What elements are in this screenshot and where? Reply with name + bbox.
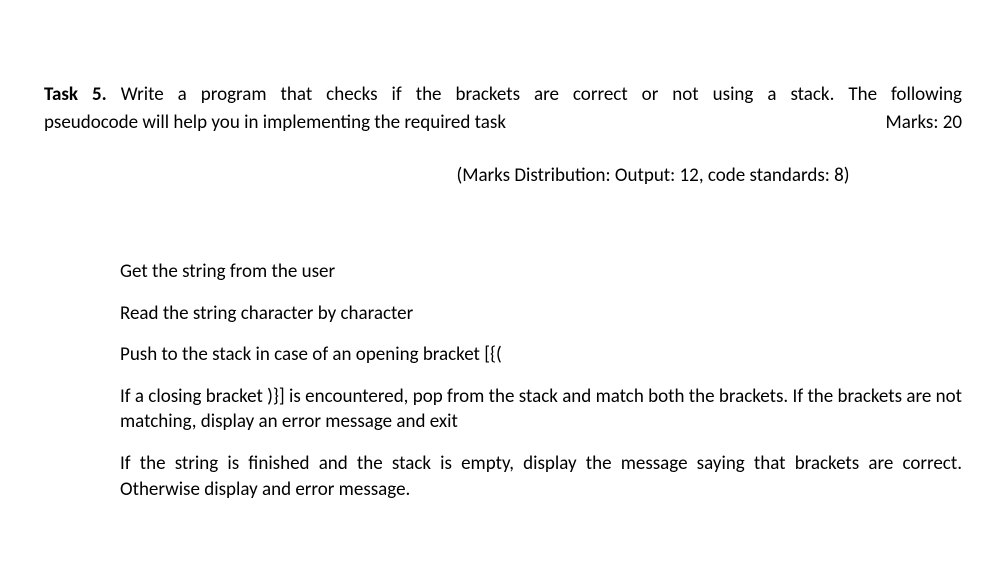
pseudocode-step: Get the string from the user bbox=[120, 259, 962, 285]
pseudocode-block: Get the string from the user Read the st… bbox=[44, 259, 962, 502]
pseudocode-step: If the string is finished and the stack … bbox=[120, 451, 962, 502]
task-marks: Marks: 20 bbox=[885, 110, 962, 136]
task-description-line2: pseudocode will help you in implementing… bbox=[44, 110, 506, 136]
task-description-line1: Write a program that checks if the brack… bbox=[121, 83, 962, 106]
pseudocode-step: If a closing bracket )}] is encountered,… bbox=[120, 384, 962, 435]
pseudocode-step: Read the string character by character bbox=[120, 301, 962, 327]
task-header-line1: Task 5. Write a program that checks if t… bbox=[44, 82, 962, 108]
task-label: Task 5. bbox=[44, 83, 107, 106]
task-header-line2: pseudocode will help you in implementing… bbox=[44, 110, 962, 136]
marks-distribution: (Marks Distribution: Output: 12, code st… bbox=[44, 163, 962, 189]
pseudocode-step: Push to the stack in case of an opening … bbox=[120, 342, 962, 368]
